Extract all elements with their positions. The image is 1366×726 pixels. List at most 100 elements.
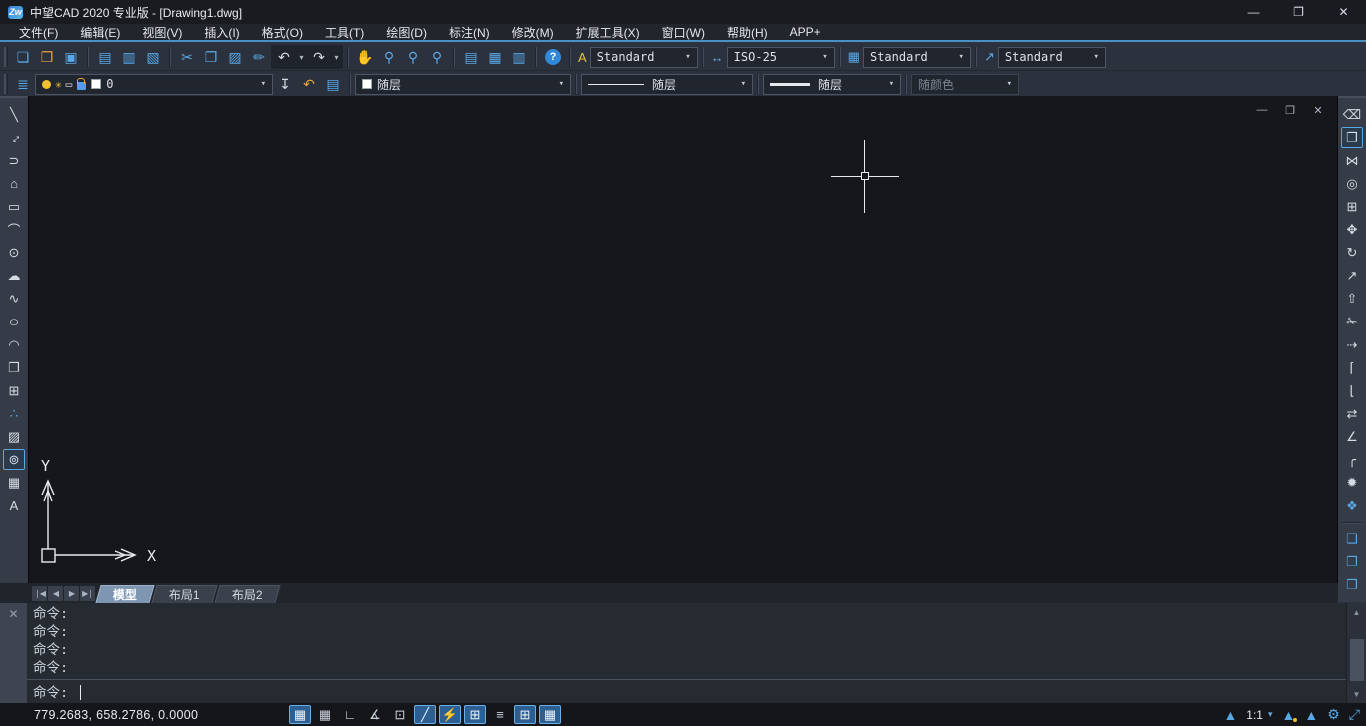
drawing-close-button[interactable]: ✕ <box>1311 104 1325 117</box>
print-icon[interactable]: ▤ <box>93 46 117 68</box>
fillet-tool-icon[interactable]: ╭ <box>1341 449 1363 470</box>
draworder-front-icon[interactable]: ❏ <box>1341 528 1363 549</box>
text-style-combo[interactable]: Standard▾ <box>590 47 698 68</box>
tool-palettes-icon[interactable]: ▥ <box>507 46 531 68</box>
dim-style-combo[interactable]: ISO-25▾ <box>727 47 835 68</box>
layer-states-icon[interactable]: ▤ <box>321 73 345 95</box>
snap-toggle[interactable]: ▦ <box>289 705 311 724</box>
zoom-realtime-icon[interactable]: ⚲ <box>377 46 401 68</box>
scroll-up-icon[interactable]: ▲ <box>1347 603 1366 621</box>
command-prompt[interactable]: 命令: <box>33 683 81 703</box>
make-block-tool-icon[interactable]: ⊞ <box>3 380 25 401</box>
draworder-above-icon[interactable]: ❒ <box>1341 574 1363 595</box>
trim-tool-icon[interactable]: ✁ <box>1341 311 1363 332</box>
menu-edit[interactable]: 编辑(E) <box>69 24 131 40</box>
move-tool-icon[interactable]: ✥ <box>1341 219 1363 240</box>
fullscreen-icon[interactable]: ⤢ <box>1349 706 1360 723</box>
command-history[interactable]: 命令:命令:命令:命令: 命令: <box>27 603 1346 703</box>
layer-combo[interactable]: ✳▭0▾ <box>35 74 273 95</box>
settings-gear-icon[interactable]: ⚙ <box>1327 706 1340 723</box>
annotation-scale-dropdown-icon[interactable]: ▾ <box>1268 709 1273 720</box>
undo-dropdown[interactable]: ▾ <box>296 46 307 68</box>
lineweight-combo-dropdown-icon[interactable]: ▾ <box>885 79 898 89</box>
color-combo[interactable]: 随层▾ <box>355 74 571 95</box>
cut-icon[interactable]: ✂ <box>175 46 199 68</box>
viewport-toggle[interactable]: ▦ <box>539 705 561 724</box>
make-layer-current-icon[interactable]: ↧ <box>273 73 297 95</box>
table-style-combo[interactable]: Standard▾ <box>863 47 971 68</box>
pan-icon[interactable]: ✋ <box>353 46 377 68</box>
layer-previous-icon[interactable]: ↶ <box>297 73 321 95</box>
redo-icon[interactable]: ↷ <box>307 46 331 68</box>
color-combo-dropdown-icon[interactable]: ▾ <box>555 79 568 89</box>
plot-icon[interactable]: ▧ <box>141 46 165 68</box>
chamfer-tool-icon[interactable]: ∠ <box>1341 426 1363 447</box>
layer-properties-icon[interactable]: ≣ <box>11 73 35 95</box>
explode-tool-icon[interactable]: ✹ <box>1341 472 1363 493</box>
ellipse-tool-icon[interactable]: ○ <box>3 311 25 332</box>
offset-tool-icon[interactable]: ◎ <box>1341 173 1363 194</box>
toolbar-handle[interactable] <box>4 74 8 94</box>
drawing-restore-button[interactable]: ❐ <box>1283 104 1297 117</box>
break-at-point-tool-icon[interactable]: ⌈ <box>1341 357 1363 378</box>
ducs-toggle[interactable]: ⊞ <box>464 705 486 724</box>
point-tool-icon[interactable]: ∴ <box>3 403 25 424</box>
tab-next-button[interactable]: ▶ <box>64 586 79 601</box>
save-icon[interactable]: ▣ <box>59 46 83 68</box>
menu-file[interactable]: 文件(F) <box>8 24 69 40</box>
minimize-button[interactable]: — <box>1231 0 1276 24</box>
tab-layout2[interactable]: 布局2 <box>214 585 280 603</box>
dim-style-combo-dropdown-icon[interactable]: ▾ <box>818 52 831 62</box>
toolbar-handle[interactable] <box>4 47 8 67</box>
join-tool-icon[interactable]: ⇄ <box>1341 403 1363 424</box>
circle-tool-icon[interactable]: ⊙ <box>3 242 25 263</box>
drawing-minimize-button[interactable]: — <box>1255 104 1269 117</box>
osnap-toggle[interactable]: ⊡ <box>389 705 411 724</box>
dynamic-input-toggle[interactable]: ⚡ <box>439 705 461 724</box>
break-tool-icon[interactable]: ⌊ <box>1341 380 1363 401</box>
coordinate-display[interactable]: 779.2683, 658.2786, 0.0000 <box>34 708 198 722</box>
copy-tool-icon[interactable]: ❐ <box>1341 127 1363 148</box>
tab-last-button[interactable]: ▶❘ <box>80 586 95 601</box>
properties-palette-icon[interactable]: ▤ <box>459 46 483 68</box>
close-button[interactable]: ✕ <box>1321 0 1366 24</box>
menu-window[interactable]: 窗口(W) <box>651 24 716 40</box>
drawing-canvas[interactable]: —❐✕ Y X <box>28 96 1338 583</box>
region-tool-icon[interactable]: ⊚ <box>3 449 25 470</box>
table-tool-icon[interactable]: ▦ <box>3 472 25 493</box>
tab-model[interactable]: 模型 <box>95 585 154 603</box>
annotation-toggle[interactable]: ⊞ <box>514 705 536 724</box>
zoom-previous-icon[interactable]: ⚲ <box>425 46 449 68</box>
annotation-scale-value[interactable]: 1:1 <box>1246 708 1263 722</box>
mleader-style-combo[interactable]: Standard▾ <box>998 47 1106 68</box>
menu-dimension[interactable]: 标注(N) <box>438 24 501 40</box>
annotation-scale-icon[interactable]: ▲ <box>1223 707 1237 723</box>
command-close-icon[interactable]: ✕ <box>5 607 23 623</box>
command-scrollbar[interactable]: ▲ ▼ <box>1346 603 1366 703</box>
spline-tool-icon[interactable]: ∿ <box>3 288 25 309</box>
mleader-style-combo-dropdown-icon[interactable]: ▾ <box>1089 52 1102 62</box>
tab-first-button[interactable]: ❘◀ <box>32 586 47 601</box>
menu-tools[interactable]: 工具(T) <box>314 24 375 40</box>
annotation-visibility-icon[interactable]: ▲ <box>1282 707 1296 723</box>
xline-tool-icon[interactable]: ↔ <box>3 127 25 148</box>
mirror-tool-icon[interactable]: ⋈ <box>1341 150 1363 171</box>
new-file-icon[interactable]: ❏ <box>11 46 35 68</box>
scrollbar-thumb[interactable] <box>1350 639 1364 681</box>
menu-express[interactable]: 扩展工具(X) <box>565 24 651 40</box>
lineweight-combo[interactable]: 随层▾ <box>763 74 901 95</box>
help-icon[interactable]: ? <box>541 46 565 68</box>
open-file-icon[interactable]: ❒ <box>35 46 59 68</box>
menu-view[interactable]: 视图(V) <box>131 24 193 40</box>
annotation-autoscale-icon[interactable]: ▲ <box>1304 707 1318 723</box>
grid-toggle[interactable]: ▦ <box>314 705 336 724</box>
redo-dropdown[interactable]: ▾ <box>331 46 342 68</box>
tab-layout1[interactable]: 布局1 <box>151 585 217 603</box>
menu-help[interactable]: 帮助(H) <box>716 24 779 40</box>
otrack-toggle[interactable]: ╱ <box>414 705 436 724</box>
draworder-back-icon[interactable]: ❐ <box>1341 551 1363 572</box>
line-tool-icon[interactable]: ╲ <box>3 104 25 125</box>
linetype-combo[interactable]: 随层▾ <box>581 74 753 95</box>
hatch-tool-icon[interactable]: ▨ <box>3 426 25 447</box>
layer-combo-dropdown-icon[interactable]: ▾ <box>257 79 270 89</box>
